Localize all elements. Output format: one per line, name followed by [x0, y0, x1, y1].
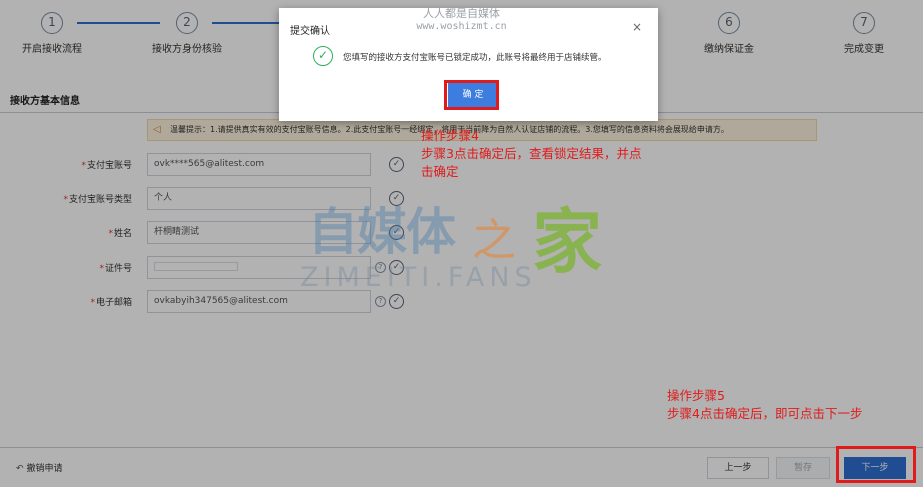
dialog-message: 您填写的接收方支付宝账号已锁定成功，此账号将最终用于店铺续管。: [343, 53, 607, 63]
watermark-logo: 自媒体 之 家 ZIMEITI.FANS: [300, 188, 640, 298]
success-icon: ✓: [313, 46, 333, 66]
highlight-box-next: [836, 446, 916, 483]
watermark-top: 人人都是自媒体 www.woshizmt.cn: [0, 7, 923, 33]
watermark-logo-jia: 家: [532, 201, 602, 283]
watermark-logo-cn: 自媒体: [308, 203, 456, 261]
watermark-logo-zhi: 之: [472, 215, 516, 266]
highlight-box-confirm: [444, 80, 499, 110]
watermark-logo-en: ZIMEITI.FANS: [300, 262, 537, 293]
annotation-text: 步骤3点击确定后，查看锁定结果，并点击确定: [421, 146, 642, 179]
annotation-step5: 操作步骤5 步骤4点击确定后，即可点击下一步: [667, 387, 897, 423]
watermark-line1: 人人都是自媒体: [423, 7, 500, 20]
annotation-title: 操作步骤5: [667, 388, 725, 403]
annotation-text: 步骤4点击确定后，即可点击下一步: [667, 406, 863, 421]
annotation-title: 操作步骤4: [421, 128, 479, 143]
watermark-line2: www.woshizmt.cn: [416, 21, 507, 32]
annotation-step4: 操作步骤4 步骤3点击确定后，查看锁定结果，并点击确定: [421, 127, 651, 181]
